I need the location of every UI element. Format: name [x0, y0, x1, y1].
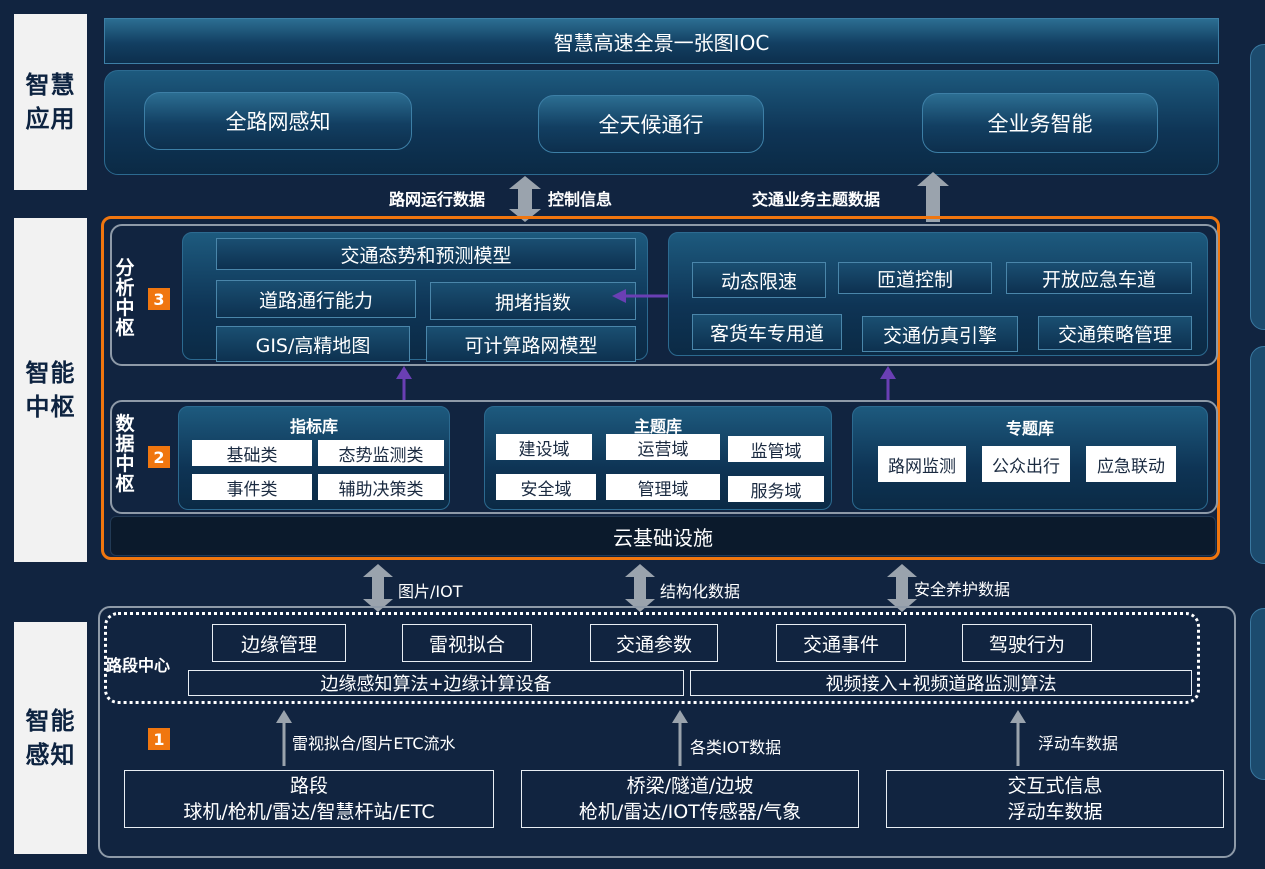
theme-operation[interactable]: 运营域: [606, 434, 720, 460]
analysis-hub-badge: 3: [148, 288, 170, 310]
arrow-up-purple-right: [880, 366, 896, 402]
control-truck-lane[interactable]: 客货车专用道: [692, 314, 842, 350]
topic-emergency[interactable]: 应急联动: [1086, 446, 1176, 482]
right-edge-panel-3: [1250, 608, 1265, 780]
arrow-bidirectional-mid-2: [625, 564, 655, 612]
segment-edge-algorithm-bar: 边缘感知算法+边缘计算设备: [188, 670, 684, 696]
right-edge-panel-2: [1250, 346, 1265, 564]
theme-management[interactable]: 管理域: [606, 474, 720, 500]
cloud-infrastructure: 云基础设施: [110, 516, 1216, 556]
topic-library-title: 专题库: [1005, 419, 1054, 438]
app-full-network-perception[interactable]: 全路网感知: [144, 92, 412, 150]
flow-label-network-data: 路网运行数据: [389, 190, 486, 209]
app-all-weather-traffic[interactable]: 全天候通行: [538, 95, 764, 153]
app-all-business-intelligence[interactable]: 全业务智能: [922, 93, 1158, 153]
data-hub-title: 数 据 中 枢: [115, 413, 135, 495]
arrow-up-gray-2: [672, 710, 688, 766]
top-banner: 智慧高速全景一张图IOC: [104, 18, 1219, 64]
segment-driving-behavior[interactable]: 驾驶行为: [962, 624, 1092, 662]
model-congestion-index[interactable]: 拥堵指数: [430, 282, 636, 320]
control-strategy-management[interactable]: 交通策略管理: [1038, 316, 1192, 350]
theme-supervision[interactable]: 监管域: [728, 436, 824, 462]
arrow-bidirectional-mid-1: [363, 564, 393, 612]
index-decision[interactable]: 辅助决策类: [318, 474, 444, 500]
theme-construction[interactable]: 建设域: [496, 434, 592, 460]
side-label-app: 智慧 应用: [14, 14, 87, 190]
flow-label-iot-data: 各类IOT数据: [690, 738, 782, 757]
segment-radar-fusion[interactable]: 雷视拟合: [402, 624, 532, 662]
source-road-segment: 路段 球机/枪机/雷达/智慧杆站/ETC: [124, 770, 494, 828]
perception-badge: 1: [148, 728, 170, 750]
model-traffic-prediction[interactable]: 交通态势和预测模型: [216, 238, 636, 270]
theme-service[interactable]: 服务域: [728, 476, 824, 502]
flow-label-floating-car: 浮动车数据: [1038, 734, 1119, 753]
segment-edge-management[interactable]: 边缘管理: [212, 624, 346, 662]
side-label-perception: 智能 感知: [14, 622, 87, 854]
segment-traffic-events[interactable]: 交通事件: [776, 624, 906, 662]
source-bridge-tunnel: 桥梁/隧道/边坡 枪机/雷达/IOT传感器/气象: [521, 770, 859, 828]
flow-label-safety-maintenance: 安全养护数据: [914, 580, 1011, 599]
source-interactive-info: 交互式信息 浮动车数据: [886, 770, 1224, 828]
control-emergency-lane[interactable]: 开放应急车道: [1006, 262, 1192, 294]
control-ramp[interactable]: 匝道控制: [838, 262, 992, 294]
flow-label-business-data: 交通业务主题数据: [752, 190, 881, 209]
model-computable-network[interactable]: 可计算路网模型: [426, 326, 636, 362]
flow-label-image-iot: 图片/IOT: [398, 582, 463, 601]
index-event[interactable]: 事件类: [192, 474, 312, 500]
data-hub-badge: 2: [148, 446, 170, 468]
analysis-hub-title: 分 析 中 枢: [115, 257, 135, 339]
side-label-hub: 智能 中枢: [14, 218, 87, 562]
model-road-capacity[interactable]: 道路通行能力: [216, 280, 416, 318]
segment-center-label: 路段中心: [106, 656, 171, 675]
flow-label-radar-etc: 雷视拟合/图片ETC流水: [292, 734, 456, 753]
arrow-left-purple: [612, 289, 676, 303]
right-edge-panel-1: [1250, 44, 1265, 330]
index-situation[interactable]: 态势监测类: [318, 440, 444, 466]
segment-video-algorithm-bar: 视频接入+视频道路监测算法: [690, 670, 1192, 696]
arrow-up-gray-1: [276, 710, 292, 766]
index-library-title: 指标库: [289, 417, 338, 436]
segment-traffic-params[interactable]: 交通参数: [590, 624, 718, 662]
arrow-up-purple-left: [396, 366, 412, 402]
topic-network-monitoring[interactable]: 路网监测: [878, 446, 966, 482]
control-dynamic-speed[interactable]: 动态限速: [692, 262, 826, 298]
model-gis-hd-map[interactable]: GIS/高精地图: [216, 326, 410, 362]
index-basic[interactable]: 基础类: [192, 440, 312, 466]
flow-label-structured: 结构化数据: [660, 582, 741, 601]
flow-label-control-info: 控制信息: [548, 190, 613, 209]
arrow-up-gray-3: [1010, 710, 1026, 766]
theme-safety[interactable]: 安全域: [496, 474, 596, 500]
arrow-up-top-right: [917, 172, 949, 222]
control-simulation-engine[interactable]: 交通仿真引擎: [862, 316, 1018, 352]
topic-public-travel[interactable]: 公众出行: [982, 446, 1070, 482]
